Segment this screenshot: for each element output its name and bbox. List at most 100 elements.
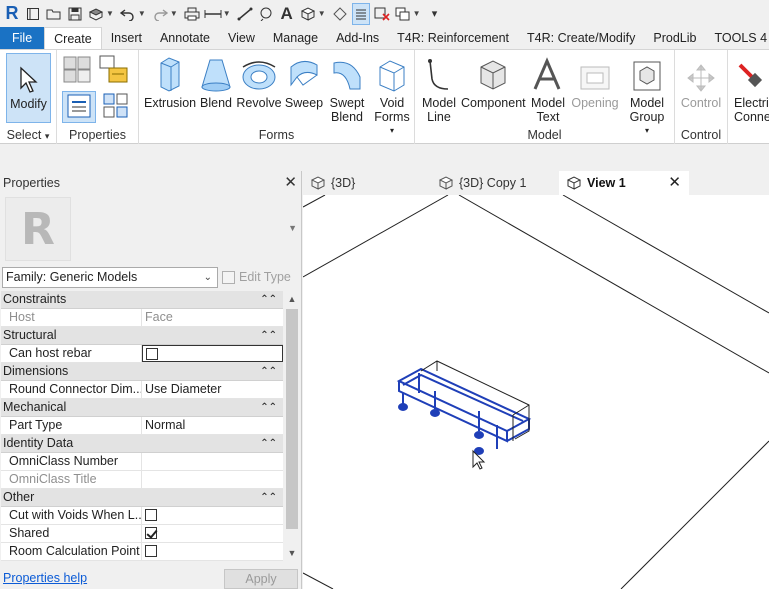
swept-blend-button[interactable]: Swept Blend xyxy=(324,53,370,124)
tab-view[interactable]: View xyxy=(219,27,264,49)
round-connector-value[interactable]: Use Diameter xyxy=(142,381,283,398)
collapse-icon[interactable]: ⌃⌃ xyxy=(260,363,277,380)
tab-annotate[interactable]: Annotate xyxy=(151,27,219,49)
section-identity-data[interactable]: Identity Data ⌃⌃ xyxy=(1,435,283,453)
properties-scrollbar[interactable]: ▲ ▼ xyxy=(284,291,300,561)
section-icon[interactable] xyxy=(331,3,349,25)
type-properties-button[interactable] xyxy=(62,91,96,123)
print-icon[interactable] xyxy=(183,3,201,25)
room-calculation-point-checkbox[interactable] xyxy=(145,544,157,557)
measure-icon[interactable] xyxy=(204,3,222,25)
3d-view-icon xyxy=(311,176,325,190)
redo-dropdown-icon[interactable]: ▼ xyxy=(170,9,178,18)
model-text-icon xyxy=(527,53,569,93)
property-row-cut-with-voids: Cut with Voids When L... xyxy=(1,507,283,525)
part-type-value[interactable]: Normal xyxy=(142,417,283,434)
save-icon[interactable] xyxy=(66,3,84,25)
collapse-icon[interactable]: ⌃⌃ xyxy=(260,435,277,452)
revolve-button[interactable]: Revolve xyxy=(235,53,283,110)
section-structural[interactable]: Structural ⌃⌃ xyxy=(1,327,283,345)
thin-lines-icon[interactable] xyxy=(351,2,370,25)
dimension-icon[interactable] xyxy=(236,3,254,25)
undo-icon[interactable] xyxy=(119,3,137,25)
scroll-down-icon[interactable]: ▼ xyxy=(284,545,300,561)
tab-t4r-create-modify[interactable]: T4R: Create/Modify xyxy=(518,27,644,49)
switch-windows-icon[interactable] xyxy=(394,3,412,25)
select-panel-label[interactable]: Select ▾ xyxy=(0,128,56,142)
tab-file[interactable]: File xyxy=(0,27,45,49)
tab-view-3d-copy-1[interactable]: {3D} Copy 1 xyxy=(431,171,559,195)
model-line-button[interactable]: Model Line xyxy=(417,53,461,124)
component-icon xyxy=(461,53,525,93)
extrusion-button[interactable]: Extrusion xyxy=(144,53,196,110)
switch-windows-dropdown-icon[interactable]: ▼ xyxy=(413,9,421,18)
tab-create[interactable]: Create xyxy=(44,27,102,49)
blend-button[interactable]: Blend xyxy=(197,53,235,110)
family-params-button[interactable] xyxy=(101,91,131,124)
tag-icon[interactable] xyxy=(257,3,275,25)
close-hidden-icon[interactable] xyxy=(373,3,391,25)
shared-checkbox[interactable] xyxy=(145,526,157,539)
sync-icon[interactable] xyxy=(87,3,105,25)
control-button[interactable]: Control xyxy=(679,53,723,110)
measure-dropdown-icon[interactable]: ▼ xyxy=(223,9,231,18)
collapse-icon[interactable]: ⌃⌃ xyxy=(260,291,277,308)
collapse-icon[interactable]: ⌃⌃ xyxy=(260,489,277,506)
edit-type-button[interactable]: Edit Type xyxy=(222,267,298,288)
type-selector-dropdown-icon[interactable]: ▼ xyxy=(288,223,297,233)
void-forms-button[interactable]: Void Forms ▾ xyxy=(371,53,413,138)
scroll-up-icon[interactable]: ▲ xyxy=(284,291,300,307)
family-type-selector[interactable]: Family: Generic Models ⌄ xyxy=(2,267,218,288)
omniclass-number-value[interactable] xyxy=(142,453,283,470)
scrollbar-thumb[interactable] xyxy=(286,309,298,529)
tab-t4r-reinforcement[interactable]: T4R: Reinforcement xyxy=(388,27,518,49)
customize-icon[interactable]: ▾ xyxy=(426,3,444,25)
collapse-icon[interactable]: ⌃⌃ xyxy=(260,399,277,416)
sweep-button[interactable]: Sweep xyxy=(284,53,324,110)
close-tab-icon[interactable]: ✕ xyxy=(668,171,681,195)
properties-help-link[interactable]: Properties help xyxy=(3,571,87,585)
tab-prodlib[interactable]: ProdLib xyxy=(644,27,705,49)
tab-manage[interactable]: Manage xyxy=(264,27,327,49)
section-constraints[interactable]: Constraints ⌃⌃ xyxy=(1,291,283,309)
modify-button[interactable]: Modify xyxy=(6,53,51,123)
undo-dropdown-icon[interactable]: ▼ xyxy=(138,9,146,18)
section-mechanical[interactable]: Mechanical ⌃⌃ xyxy=(1,399,283,417)
property-row-room-calculation-point: Room Calculation Point xyxy=(1,543,283,561)
model-group-button[interactable]: Model Group ▾ xyxy=(623,53,671,138)
revit-logo-icon[interactable]: R xyxy=(3,3,21,25)
cut-with-voids-checkbox[interactable] xyxy=(145,508,157,521)
tab-tools-4-bim[interactable]: TOOLS 4 BIM xyxy=(705,27,769,49)
3d-view-dropdown-icon[interactable]: ▼ xyxy=(318,9,326,18)
close-icon[interactable]: ✕ xyxy=(284,171,297,195)
family-types-button[interactable] xyxy=(97,54,133,89)
home-icon[interactable] xyxy=(24,3,42,25)
selected-component xyxy=(396,367,532,455)
model-text-button[interactable]: Model Text xyxy=(527,53,569,124)
apply-button[interactable]: Apply xyxy=(224,569,298,589)
section-dimensions[interactable]: Dimensions ⌃⌃ xyxy=(1,363,283,381)
tab-insert[interactable]: Insert xyxy=(102,27,151,49)
reference-planes xyxy=(303,195,769,589)
can-host-rebar-checkbox[interactable] xyxy=(146,347,158,360)
3d-view-icon[interactable] xyxy=(299,3,317,25)
family-category-button[interactable] xyxy=(61,54,93,87)
open-icon[interactable] xyxy=(45,3,63,25)
collapse-icon[interactable]: ⌃⌃ xyxy=(260,327,277,344)
section-other[interactable]: Other ⌃⌃ xyxy=(1,489,283,507)
model-panel-label: Model xyxy=(527,128,562,142)
tab-view-3d[interactable]: {3D} xyxy=(303,171,431,195)
electrical-connector-button[interactable]: ElectricConne xyxy=(734,53,769,124)
electrical-connector-icon xyxy=(734,53,769,93)
property-row-omniclass-title: OmniClass Title xyxy=(1,471,283,489)
3d-view-canvas[interactable] xyxy=(303,195,769,589)
tab-add-ins[interactable]: Add-Ins xyxy=(327,27,388,49)
text-icon[interactable]: A xyxy=(278,3,296,25)
tab-view-1[interactable]: View 1 ✕ xyxy=(559,171,689,195)
component-button[interactable]: Component xyxy=(461,53,526,110)
family-category-icon xyxy=(63,56,91,83)
redo-icon[interactable] xyxy=(151,3,169,25)
opening-button[interactable]: Opening xyxy=(571,53,619,110)
sync-dropdown-icon[interactable]: ▼ xyxy=(106,9,114,18)
sweep-icon xyxy=(284,53,324,93)
